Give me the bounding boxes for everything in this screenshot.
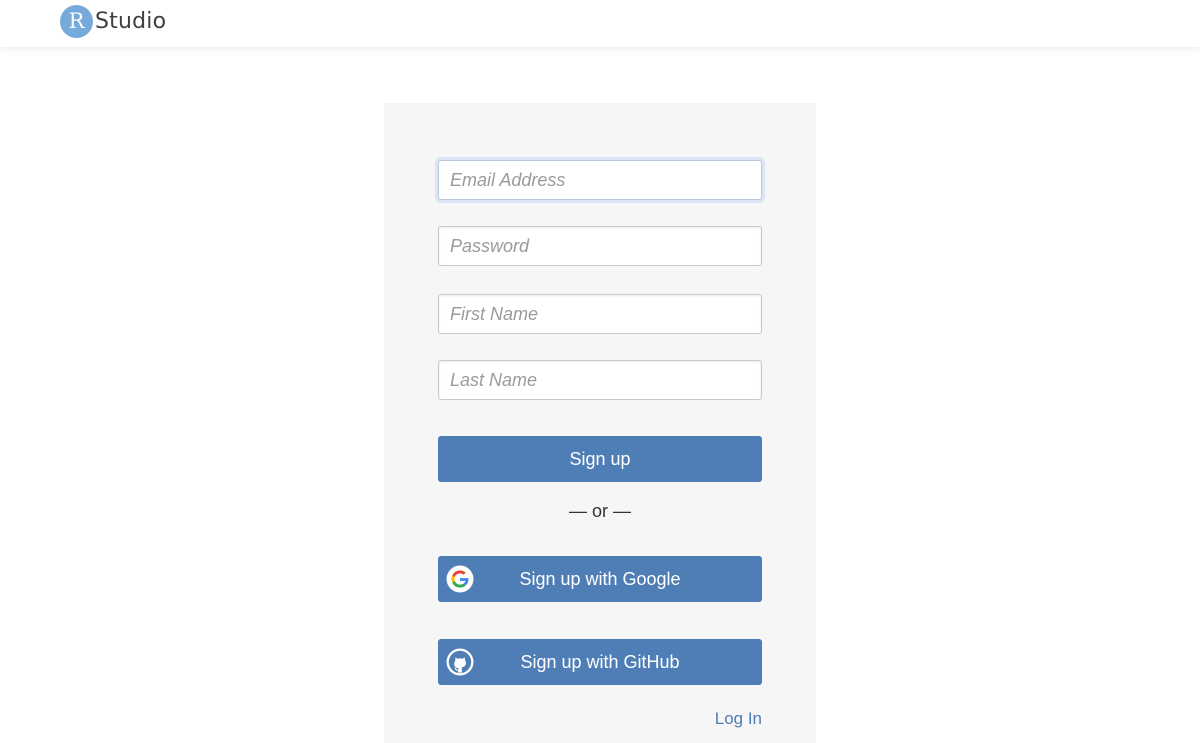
sign-up-label: Sign up <box>569 448 631 469</box>
or-separator: — or — <box>568 501 631 521</box>
log-in-link[interactable]: Log In <box>715 709 762 729</box>
first-name-field[interactable] <box>438 294 762 334</box>
github-label: Sign up with GitHub <box>520 651 680 672</box>
google-icon <box>446 565 474 593</box>
sign-up-google-button[interactable]: Sign up with Google <box>438 556 762 602</box>
google-label: Sign up with Google <box>519 568 681 589</box>
github-icon <box>446 648 474 676</box>
last-name-field[interactable] <box>438 360 762 400</box>
email-field[interactable] <box>438 160 762 200</box>
r-logo-icon: R <box>60 5 93 38</box>
signup-panel: Sign up — or — Sign up with Google Sign … <box>384 103 816 743</box>
top-navigation-bar: R Studio <box>0 0 1200 47</box>
rstudio-logo[interactable]: R Studio <box>60 5 166 38</box>
logo-text: Studio <box>95 9 167 34</box>
password-field[interactable] <box>438 226 762 266</box>
sign-up-button[interactable]: Sign up <box>438 436 762 482</box>
sign-up-github-button[interactable]: Sign up with GitHub <box>438 639 762 685</box>
